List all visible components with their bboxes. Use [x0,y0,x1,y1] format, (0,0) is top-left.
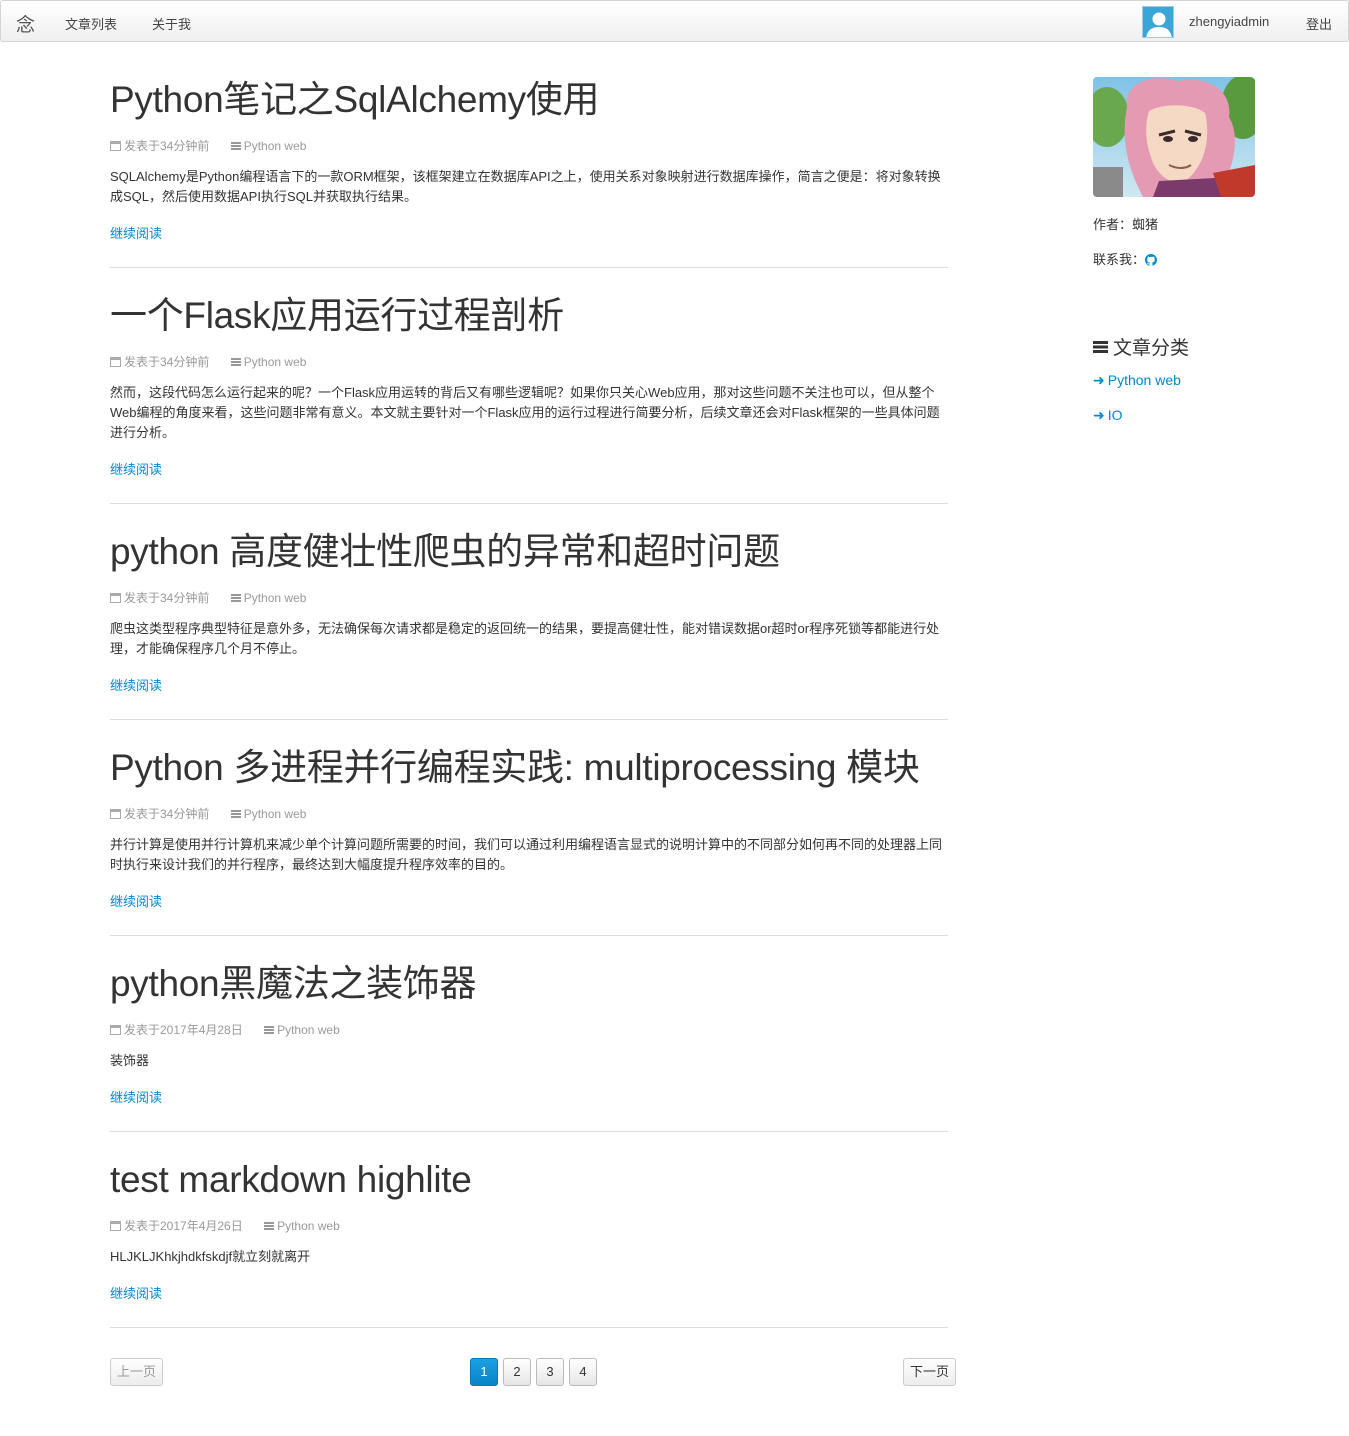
post-date: 发表于2017年4月28日 [124,1023,243,1037]
post-title[interactable]: test markdown highlite [110,1158,948,1202]
category-link-python-web[interactable]: ➜ Python web [1093,372,1181,389]
next-page-button[interactable]: 下一页 [903,1358,957,1386]
page-3-button[interactable]: 3 [536,1358,564,1386]
github-icon[interactable] [1145,254,1158,269]
post-date: 发表于34分钟前 [124,355,210,369]
read-more-link[interactable]: 继续阅读 [110,891,162,910]
contact-row: 联系我： [1093,249,1158,269]
brand-logo[interactable]: 念 [16,10,35,37]
list-icon [264,1222,275,1230]
post-item: Python 多进程并行编程实践: multiprocessing 模块 发表于… [110,746,948,909]
post-category[interactable]: Python web [244,807,307,821]
author-label: 作者：蜘猪 [1093,217,1159,232]
post-divider [110,267,948,268]
calendar-icon [110,141,121,151]
calendar-icon [110,1025,121,1035]
post-divider [110,503,948,504]
post-divider [110,1327,948,1328]
author-avatar-image [1093,77,1255,197]
nav-link-about[interactable]: 关于我 [152,14,191,33]
post-category[interactable]: Python web [244,591,307,605]
post-category[interactable]: Python web [244,355,307,369]
post-date: 发表于34分钟前 [124,591,210,605]
post-excerpt: 然而，这段代码怎么运行起来的呢？一个Flask应用运转的背后又有哪些逻辑呢？如果… [110,385,940,440]
top-navbar: 念 文章列表 关于我 zhengyiadmin 登出 [0,0,1349,42]
nav-username[interactable]: zhengyiadmin [1189,14,1269,29]
list-icon [264,1026,275,1034]
arrow-right-icon: ➜ [1093,408,1105,424]
post-item: 一个Flask应用运行过程剖析 发表于34分钟前 Python web 然而，这… [110,294,948,477]
post-item: test markdown highlite 发表于2017年4月26日 Pyt… [110,1158,948,1301]
post-meta: 发表于34分钟前 Python web [110,353,306,370]
category-link-io[interactable]: ➜ IO [1093,407,1123,424]
post-title[interactable]: python黑魔法之装饰器 [110,962,948,1006]
read-more-link[interactable]: 继续阅读 [110,675,162,694]
post-excerpt: SQLAlchemy是Python编程语言下的一款ORM框架，该框架建立在数据库… [110,169,941,204]
prev-page-button[interactable]: 上一页 [110,1358,164,1386]
post-item: python黑魔法之装饰器 发表于2017年4月28日 Python web 装… [110,962,948,1105]
list-icon [230,142,241,150]
post-divider [110,1131,948,1132]
list-icon [230,358,241,366]
page-1-button[interactable]: 1 [470,1358,498,1386]
page-2-button[interactable]: 2 [503,1358,531,1386]
nav-logout-link[interactable]: 登出 [1306,14,1332,33]
post-item: python 高度健壮性爬虫的异常和超时问题 发表于34分钟前 Python w… [110,530,948,693]
read-more-link[interactable]: 继续阅读 [110,1283,162,1302]
post-title[interactable]: 一个Flask应用运行过程剖析 [110,294,948,338]
post-category[interactable]: Python web [277,1023,340,1037]
post-meta: 发表于34分钟前 Python web [110,137,306,154]
post-title[interactable]: Python 多进程并行编程实践: multiprocessing 模块 [110,746,948,790]
categories-title: 文章分类 [1113,338,1190,359]
post-excerpt: 爬虫这类型程序典型特征是意外多，无法确保每次请求都是稳定的返回统一的结果，要提高… [110,621,940,656]
read-more-link[interactable]: 继续阅读 [110,1087,162,1106]
post-excerpt: 装饰器 [110,1053,150,1068]
post-meta: 发表于34分钟前 Python web [110,805,306,822]
post-title[interactable]: python 高度健壮性爬虫的异常和超时问题 [110,530,948,574]
post-item: Python笔记之SqlAlchemy使用 发表于34分钟前 Python we… [110,78,948,241]
read-more-link[interactable]: 继续阅读 [110,459,162,478]
post-meta: 发表于2017年4月26日 Python web [110,1217,340,1234]
calendar-icon [110,593,121,603]
categories-heading: 文章分类 [1093,333,1189,360]
post-meta: 发表于2017年4月28日 Python web [110,1021,340,1038]
post-title[interactable]: Python笔记之SqlAlchemy使用 [110,78,948,122]
contact-label: 联系我： [1093,252,1146,267]
arrow-right-icon: ➜ [1093,373,1105,389]
calendar-icon [110,809,121,819]
list-icon [1093,341,1108,353]
post-date: 发表于34分钟前 [124,139,210,153]
post-date: 发表于2017年4月26日 [124,1219,243,1233]
post-date: 发表于34分钟前 [124,807,210,821]
post-category[interactable]: Python web [244,139,307,153]
post-excerpt: HLJKLJKhkjhdkfskdjf就立刻就离开 [110,1249,311,1264]
nav-link-articles[interactable]: 文章列表 [65,14,117,33]
list-icon [230,594,241,602]
post-meta: 发表于34分钟前 Python web [110,589,306,606]
post-excerpt: 并行计算是使用并行计算机来减少单个计算问题所需要的时间，我们可以通过利用编程语言… [110,837,943,872]
list-icon [230,810,241,818]
calendar-icon [110,357,121,367]
page-4-button[interactable]: 4 [569,1358,597,1386]
post-category[interactable]: Python web [277,1219,340,1233]
read-more-link[interactable]: 继续阅读 [110,223,162,242]
post-divider [110,719,948,720]
user-avatar-icon[interactable] [1142,6,1174,38]
post-divider [110,935,948,936]
category-label: Python web [1107,372,1181,388]
category-label: IO [1107,407,1123,423]
calendar-icon [110,1221,121,1231]
